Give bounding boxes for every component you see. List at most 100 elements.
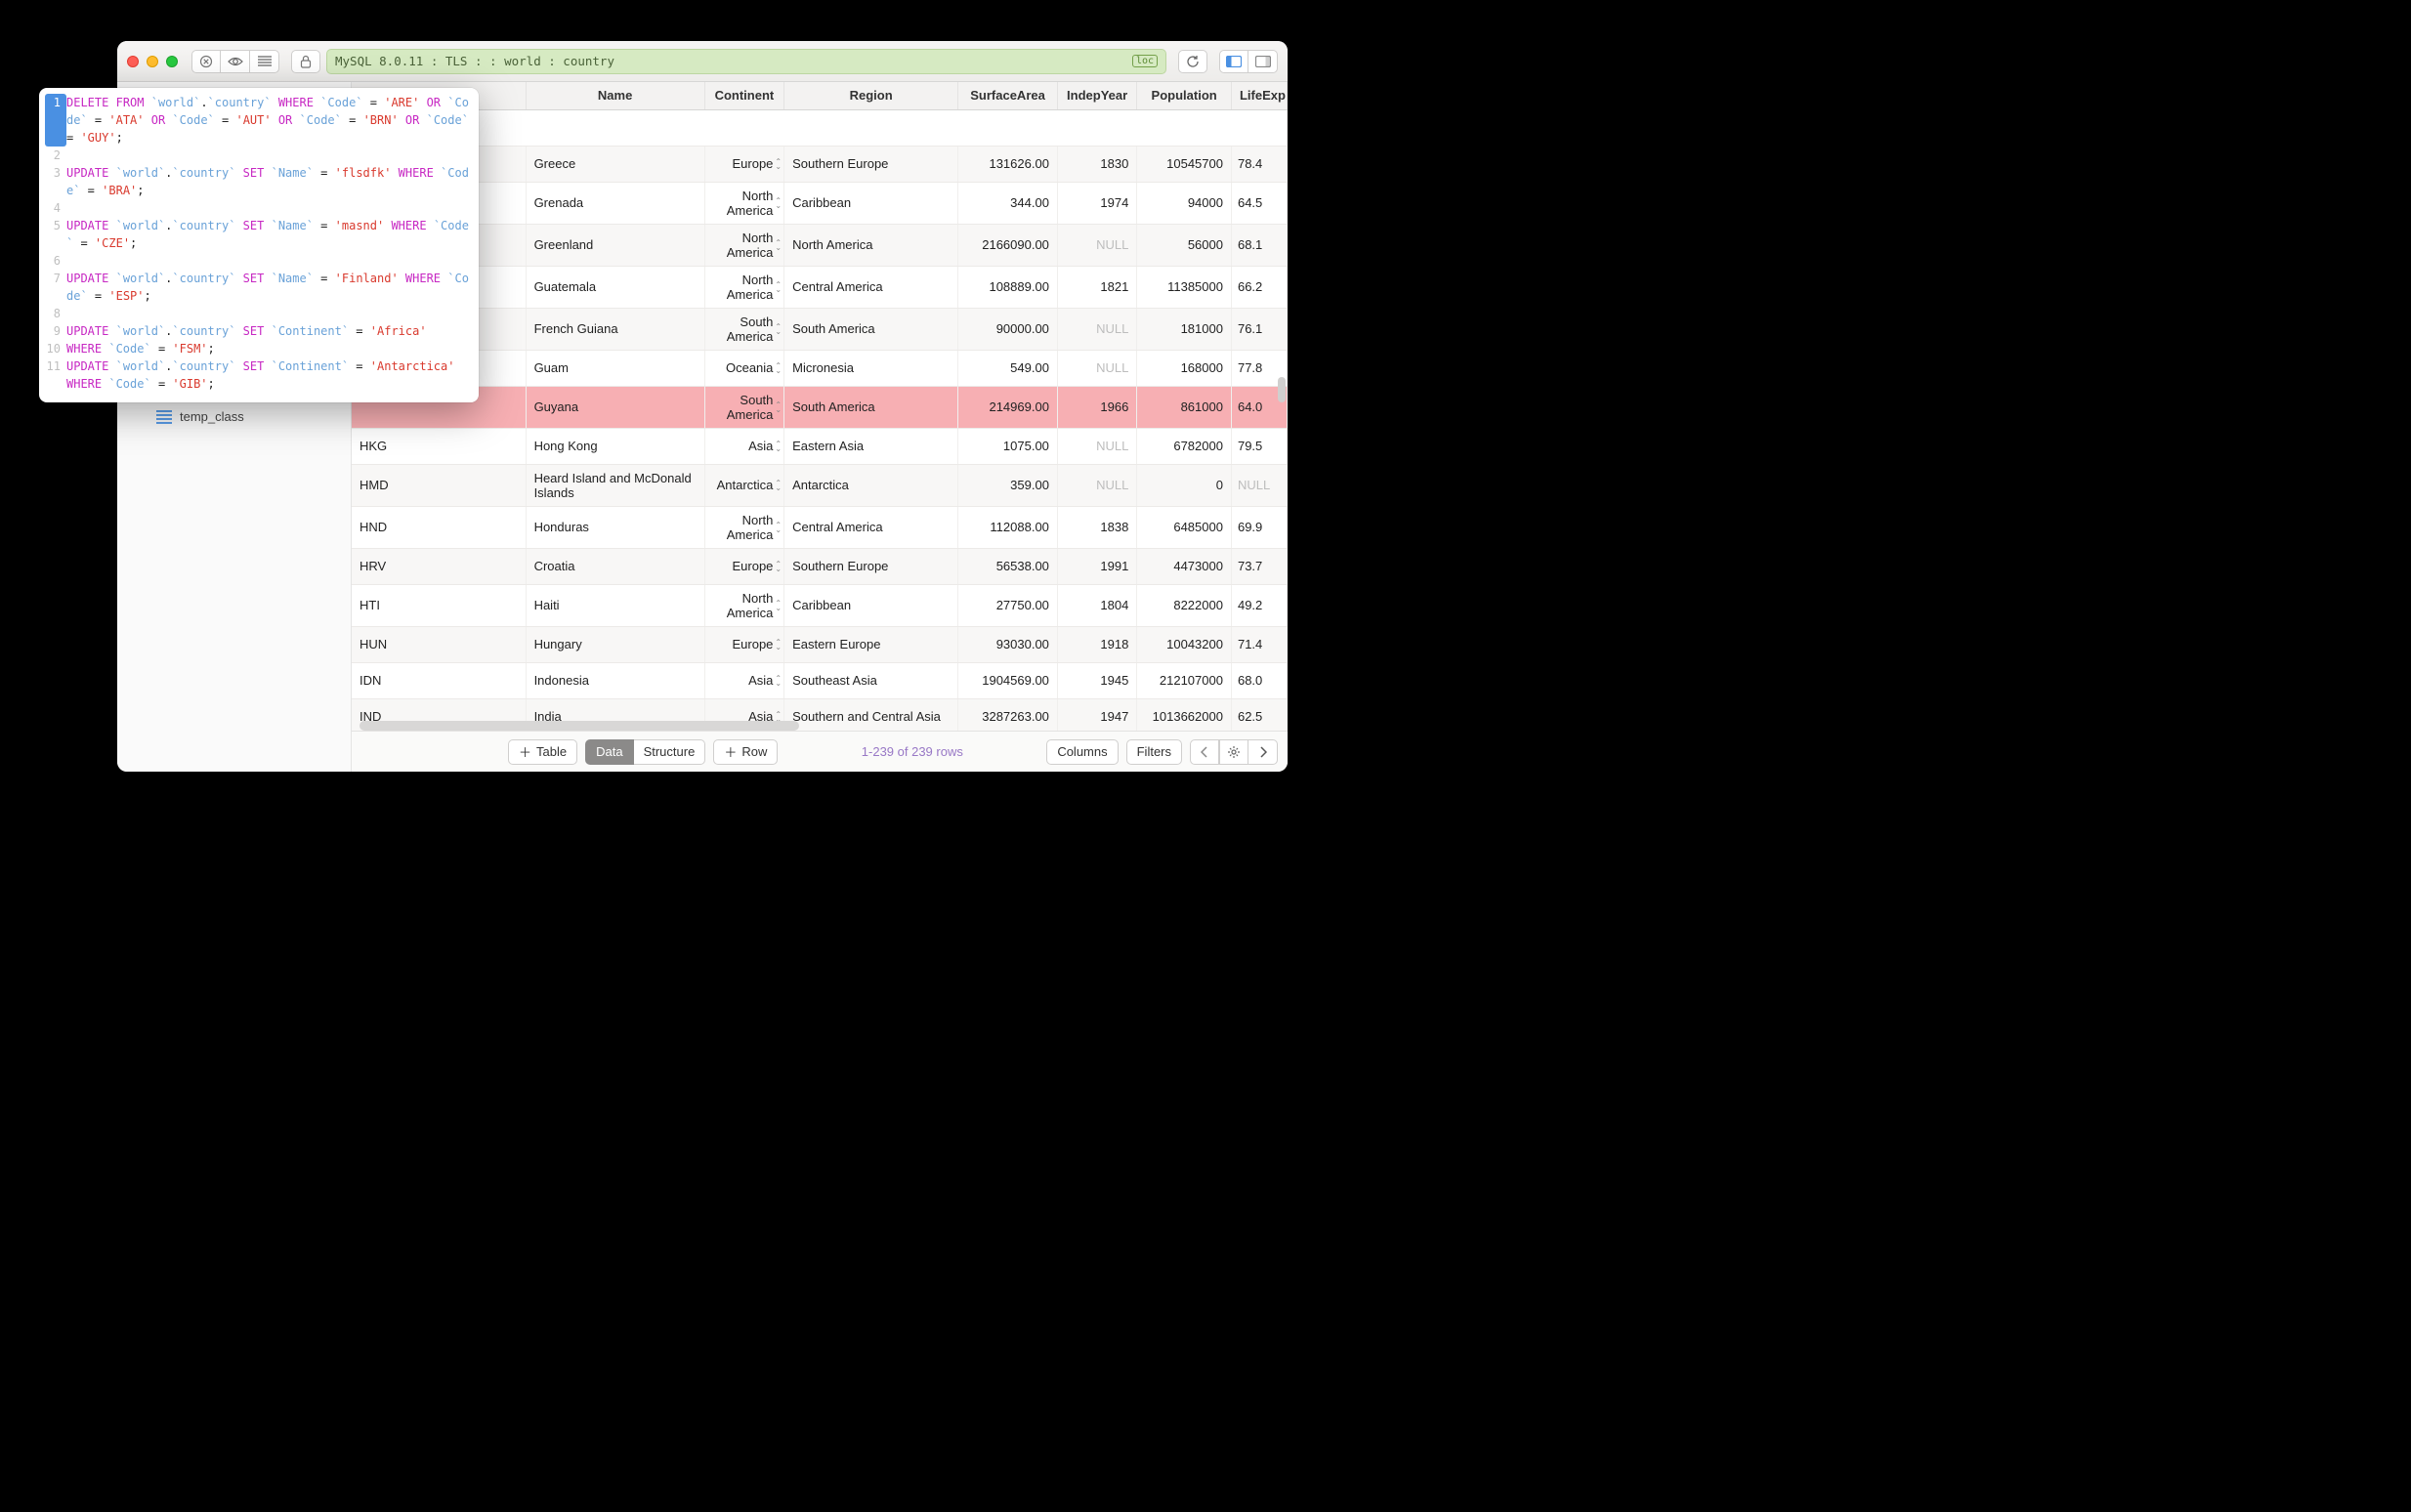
- stepper-icon[interactable]: ⌃⌄: [775, 402, 782, 412]
- cell[interactable]: 62.5: [1231, 698, 1287, 731]
- next-page-button[interactable]: [1248, 739, 1278, 765]
- stepper-icon[interactable]: ⌃⌄: [775, 712, 782, 722]
- data-grid[interactable]: Name Continent Region SurfaceArea IndepY…: [352, 82, 1288, 731]
- col-region[interactable]: Region: [784, 82, 958, 109]
- cell[interactable]: Haiti: [526, 584, 704, 626]
- stepper-icon[interactable]: ⌃⌄: [775, 363, 782, 373]
- cell[interactable]: 27750.00: [958, 584, 1058, 626]
- cell[interactable]: NULL: [1057, 224, 1136, 266]
- cell[interactable]: 78.4: [1231, 146, 1287, 182]
- stepper-icon[interactable]: ⌃⌄: [775, 481, 782, 490]
- cell[interactable]: 90000.00: [958, 308, 1058, 350]
- cell[interactable]: 79.5: [1231, 428, 1287, 464]
- table-row[interactable]: HKGHong KongAsia⌃⌄Eastern Asia1075.00NUL…: [352, 428, 1288, 464]
- close-window-button[interactable]: [127, 56, 139, 67]
- tab-structure[interactable]: Structure: [634, 739, 706, 765]
- cell[interactable]: Southern Europe: [784, 146, 958, 182]
- cell[interactable]: Heard Island and McDonald Islands: [526, 464, 704, 506]
- lock-icon[interactable]: [291, 50, 320, 73]
- table-row[interactable]: GreeceEurope⌃⌄Southern Europe131626.0018…: [352, 146, 1288, 182]
- cell-continent[interactable]: Europe⌃⌄: [704, 548, 783, 584]
- cell[interactable]: 1966: [1057, 386, 1136, 428]
- cell[interactable]: 1918: [1057, 626, 1136, 662]
- table-row[interactable]: IDNIndonesiaAsia⌃⌄Southeast Asia1904569.…: [352, 662, 1288, 698]
- cell[interactable]: HND: [352, 506, 526, 548]
- stepper-icon[interactable]: ⌃⌄: [775, 523, 782, 532]
- table-row[interactable]: HMDHeard Island and McDonald IslandsAnta…: [352, 464, 1288, 506]
- cell[interactable]: 214969.00: [958, 386, 1058, 428]
- cell[interactable]: 344.00: [958, 182, 1058, 224]
- cell[interactable]: 131626.00: [958, 146, 1058, 182]
- stepper-icon[interactable]: ⌃⌄: [775, 441, 782, 451]
- cell[interactable]: 359.00: [958, 464, 1058, 506]
- cell[interactable]: 93030.00: [958, 626, 1058, 662]
- cell[interactable]: Southern and Central Asia: [784, 698, 958, 731]
- cell-continent[interactable]: NorthAmerica⌃⌄: [704, 266, 783, 308]
- cell[interactable]: Indonesia: [526, 662, 704, 698]
- cell[interactable]: Hong Kong: [526, 428, 704, 464]
- cell[interactable]: NULL: [1057, 428, 1136, 464]
- gear-icon[interactable]: [1219, 739, 1248, 765]
- cell[interactable]: Eastern Asia: [784, 428, 958, 464]
- cell-continent[interactable]: Oceania⌃⌄: [704, 350, 783, 386]
- cell[interactable]: 549.00: [958, 350, 1058, 386]
- list-icon[interactable]: [250, 50, 279, 73]
- cell[interactable]: 6485000: [1137, 506, 1232, 548]
- cell[interactable]: 168000: [1137, 350, 1232, 386]
- cell[interactable]: 10043200: [1137, 626, 1232, 662]
- vertical-scrollbar[interactable]: [1278, 377, 1286, 402]
- stepper-icon[interactable]: ⌃⌄: [775, 282, 782, 292]
- cell-continent[interactable]: Asia⌃⌄: [704, 662, 783, 698]
- cell[interactable]: Antarctica: [784, 464, 958, 506]
- cell[interactable]: Guyana: [526, 386, 704, 428]
- add-table-button[interactable]: ＋ Table: [508, 739, 577, 765]
- cell[interactable]: 56000: [1137, 224, 1232, 266]
- cell-continent[interactable]: NorthAmerica⌃⌄: [704, 506, 783, 548]
- cell[interactable]: Eastern Europe: [784, 626, 958, 662]
- cell[interactable]: 3287263.00: [958, 698, 1058, 731]
- minimize-window-button[interactable]: [147, 56, 158, 67]
- cell[interactable]: Caribbean: [784, 584, 958, 626]
- cell-continent[interactable]: NorthAmerica⌃⌄: [704, 584, 783, 626]
- stepper-icon[interactable]: ⌃⌄: [775, 676, 782, 686]
- cell[interactable]: 1075.00: [958, 428, 1058, 464]
- cell[interactable]: Southeast Asia: [784, 662, 958, 698]
- cell[interactable]: 69.9: [1231, 506, 1287, 548]
- table-row[interactable]: GuamOceania⌃⌄Micronesia549.00NULL1680007…: [352, 350, 1288, 386]
- zoom-window-button[interactable]: [166, 56, 178, 67]
- cell[interactable]: 11385000: [1137, 266, 1232, 308]
- cell[interactable]: 4473000: [1137, 548, 1232, 584]
- table-row[interactable]: HRVCroatiaEurope⌃⌄Southern Europe56538.0…: [352, 548, 1288, 584]
- cell[interactable]: South America: [784, 308, 958, 350]
- stepper-icon[interactable]: ⌃⌄: [775, 324, 782, 334]
- preview-icon[interactable]: [221, 50, 250, 73]
- cell[interactable]: NULL: [1231, 464, 1287, 506]
- cell[interactable]: 2166090.00: [958, 224, 1058, 266]
- cell-continent[interactable]: SouthAmerica⌃⌄: [704, 386, 783, 428]
- cell[interactable]: North America: [784, 224, 958, 266]
- cell-continent[interactable]: NorthAmerica⌃⌄: [704, 224, 783, 266]
- stepper-icon[interactable]: ⌃⌄: [775, 640, 782, 650]
- cell[interactable]: Southern Europe: [784, 548, 958, 584]
- stepper-icon[interactable]: ⌃⌄: [775, 601, 782, 610]
- table-row[interactable]: GreenlandNorthAmerica⌃⌄North America2166…: [352, 224, 1288, 266]
- cell-continent[interactable]: Antarctica⌃⌄: [704, 464, 783, 506]
- horizontal-scrollbar[interactable]: [360, 721, 799, 731]
- cell[interactable]: 861000: [1137, 386, 1232, 428]
- cell[interactable]: French Guiana: [526, 308, 704, 350]
- table-row[interactable]: HUNHungaryEurope⌃⌄Eastern Europe93030.00…: [352, 626, 1288, 662]
- cell[interactable]: 94000: [1137, 182, 1232, 224]
- cell[interactable]: HKG: [352, 428, 526, 464]
- cell[interactable]: 73.7: [1231, 548, 1287, 584]
- col-population[interactable]: Population: [1137, 82, 1232, 109]
- cell[interactable]: 1947: [1057, 698, 1136, 731]
- cell[interactable]: 8222000: [1137, 584, 1232, 626]
- cell[interactable]: 68.1: [1231, 224, 1287, 266]
- cell[interactable]: 112088.00: [958, 506, 1058, 548]
- stepper-icon[interactable]: ⌃⌄: [775, 562, 782, 571]
- cell[interactable]: 49.2: [1231, 584, 1287, 626]
- cell[interactable]: 66.2: [1231, 266, 1287, 308]
- cell[interactable]: HUN: [352, 626, 526, 662]
- sidebar-right-icon[interactable]: [1248, 50, 1278, 73]
- cell[interactable]: Greenland: [526, 224, 704, 266]
